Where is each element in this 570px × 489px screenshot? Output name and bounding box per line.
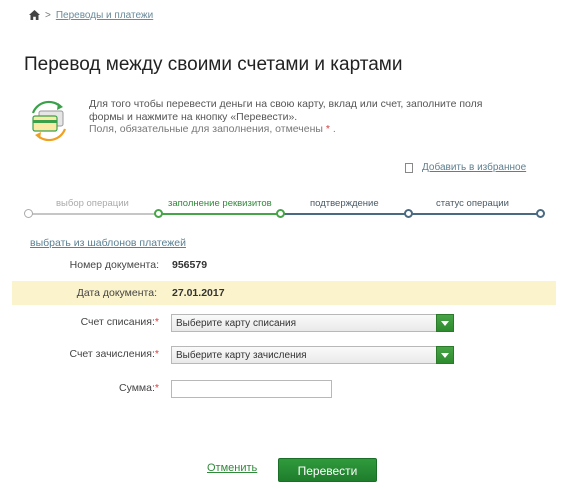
step-label-1: выбор операции	[56, 198, 129, 209]
credit-account-select[interactable]: Выберите карту зачисления	[171, 346, 454, 364]
breadcrumb: > Переводы и платежи	[29, 8, 153, 22]
chevron-right-icon: >	[45, 9, 51, 21]
step-dot-2	[154, 209, 163, 218]
sum-label: Сумма:*	[119, 382, 159, 394]
sum-label-text: Сумма:	[118, 382, 155, 394]
instructions-text: Для того чтобы перевести деньги на свою …	[89, 98, 529, 136]
step-label-3: подтверждение	[310, 198, 379, 209]
chevron-down-icon[interactable]	[436, 346, 454, 364]
doc-date-row: Дата документа: 27.01.2017	[12, 281, 556, 305]
progress-steps: выбор операции заполнение реквизитов под…	[24, 196, 545, 222]
instructions-line-1: Для того чтобы перевести деньги на свою …	[89, 98, 483, 110]
credit-account-label: Счет зачисления:*	[70, 348, 160, 360]
doc-number-value: 956579	[172, 259, 208, 271]
required-mark: *	[325, 123, 330, 135]
debit-account-row: Счет списания:* Выберите карту списания	[0, 313, 570, 333]
step-dot-1	[24, 209, 33, 218]
doc-number-row: Номер документа: 956579	[0, 259, 570, 273]
transfer-button[interactable]: Перевести	[278, 458, 377, 482]
doc-date-value: 27.01.2017	[172, 287, 225, 299]
breadcrumb-link-transfers[interactable]: Переводы и платежи	[56, 10, 153, 21]
step-dot-5	[536, 209, 545, 218]
debit-account-label: Счет списания:*	[81, 316, 159, 328]
credit-account-select-value: Выберите карту зачисления	[176, 350, 307, 361]
step-dot-3	[276, 209, 285, 218]
choose-template-link[interactable]: выбрать из шаблонов платежей	[30, 237, 186, 249]
step-segment-done	[28, 213, 158, 215]
debit-account-select-value: Выберите карту списания	[176, 318, 297, 329]
step-segment-active	[158, 213, 280, 215]
add-to-favorites-label: Добавить в избранное	[422, 162, 527, 173]
debit-account-select[interactable]: Выберите карту списания	[171, 314, 454, 332]
credit-account-row: Счет зачисления:* Выберите карту зачисле…	[0, 345, 570, 365]
step-dot-4	[404, 209, 413, 218]
step-label-2: заполнение реквизитов	[168, 198, 272, 209]
cancel-link[interactable]: Отменить	[207, 462, 257, 474]
doc-date-label: Дата документа:	[76, 287, 157, 299]
required-note: Поля, обязательные для заполнения, отмеч…	[89, 123, 529, 136]
required-mark: *	[154, 348, 159, 360]
debit-account-label-text: Счет списания:	[80, 316, 155, 328]
sum-row: Сумма:*	[0, 379, 570, 399]
transfer-cards-icon	[25, 97, 73, 145]
required-mark: *	[154, 382, 159, 394]
credit-account-label-text: Счет зачисления:	[69, 348, 155, 360]
page-title: Перевод между своими счетами и картами	[24, 54, 403, 75]
doc-number-label: Номер документа:	[69, 259, 159, 271]
step-label-4: статус операции	[436, 198, 509, 209]
required-note-text: Поля, обязательные для заполнения, отмеч…	[89, 123, 323, 135]
home-icon[interactable]	[29, 10, 40, 20]
sum-input[interactable]	[171, 380, 332, 398]
instructions-line-2: формы и нажмите на кнопку «Перевести».	[89, 110, 298, 123]
chevron-down-icon[interactable]	[436, 314, 454, 332]
required-mark: *	[154, 316, 159, 328]
bookmark-icon	[405, 162, 413, 173]
required-note-end: .	[332, 123, 336, 135]
add-to-favorites-link[interactable]: Добавить в избранное	[405, 162, 526, 173]
